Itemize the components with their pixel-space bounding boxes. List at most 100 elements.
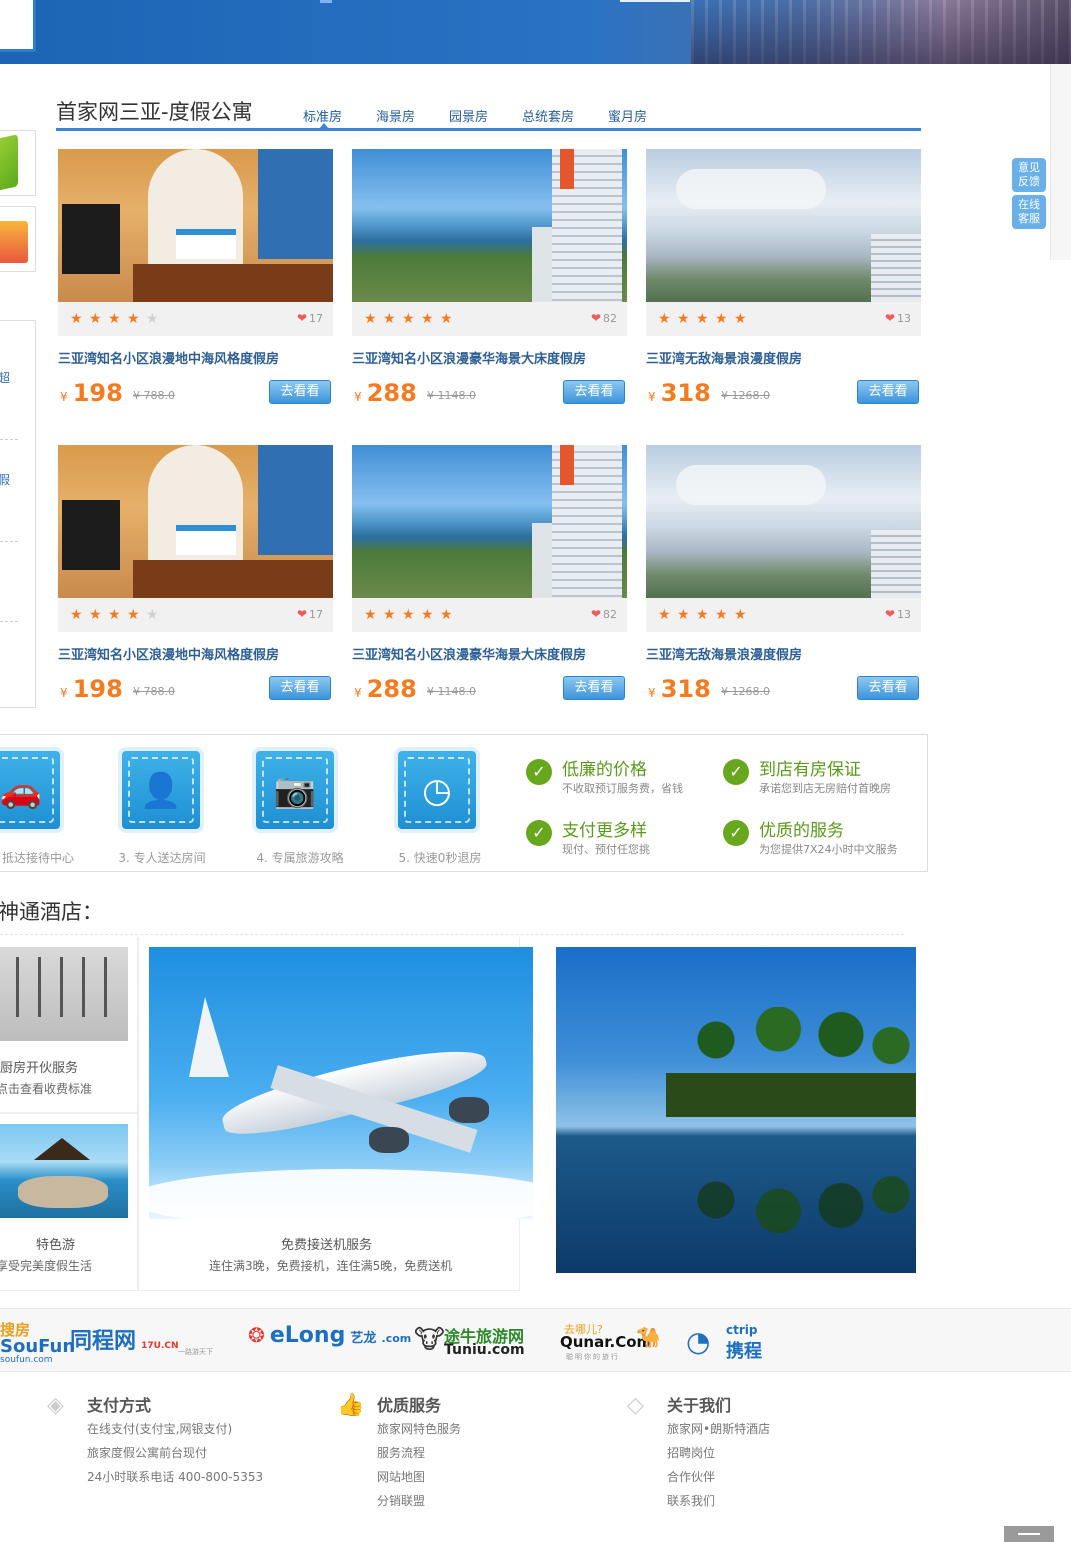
room-card[interactable]: ★ ★ ★ ★ ★ ❤ 82 三亚湾知名小区浪漫豪华海景大床度假房 ¥ 288 ¥ 1148.0 去…	[352, 445, 627, 705]
star-icon: ★	[677, 607, 690, 623]
room-card[interactable]: ★ ★ ★ ★ ★ ❤ 17 三亚湾知名小区浪漫地中海风格度假房 ¥ 198 ¥ 788.0 去看看	[58, 445, 333, 705]
room-name[interactable]: 三亚湾知名小区浪漫豪华海景大床度假房	[352, 644, 586, 663]
star-icon: ★	[146, 311, 159, 327]
footer-link[interactable]: 合作伙伴	[667, 1468, 715, 1485]
service-desc: 享受完美度假生活	[0, 1259, 93, 1273]
price-value: 318	[660, 379, 711, 407]
like-count[interactable]: ❤ 17	[297, 607, 323, 621]
like-count[interactable]: ❤ 13	[885, 607, 911, 621]
star-icon: ★	[677, 311, 690, 327]
process-step[interactable]: 👤 3. 专人送达房间	[112, 747, 212, 865]
service-title: 厨房开伙服务	[0, 1061, 79, 1076]
like-count[interactable]: ❤ 17	[297, 311, 323, 325]
view-room-button[interactable]: 去看看	[269, 380, 331, 404]
banner-logo-box[interactable]	[0, 0, 36, 52]
left-list-item[interactable]: 假	[0, 471, 10, 488]
banner-accent	[320, 0, 332, 3]
rating-bar: ★ ★ ★ ★ ★ ❤ 17	[58, 302, 333, 336]
room-name[interactable]: 三亚湾知名小区浪漫地中海风格度假房	[58, 644, 279, 663]
view-room-button[interactable]: 去看看	[857, 676, 919, 700]
footer-heading: 关于我们	[667, 1396, 732, 1415]
footer-link[interactable]: 旅家度假公寓前台现付	[87, 1444, 207, 1461]
resort-pool-photo[interactable]	[556, 947, 916, 1273]
service-card-tour[interactable]: 特色游 享受完美度假生活	[0, 1113, 138, 1291]
star-icon: ★	[127, 607, 140, 623]
star-icon: ★	[402, 607, 415, 623]
star-icon: ★	[364, 311, 377, 327]
room-card[interactable]: ★ ★ ★ ★ ★ ❤ 82 三亚湾知名小区浪漫豪华海景大床度假房 ¥ 288 ¥ 1148.0 去…	[352, 149, 627, 409]
partner-elong[interactable]: ❂ eLong 艺龙 .com	[248, 1323, 411, 1361]
partner-line2: 17U.CN	[141, 1341, 179, 1351]
partner-line3: .com	[381, 1332, 412, 1345]
like-count[interactable]: ❤ 13	[885, 311, 911, 325]
footer-heading: 优质服务	[377, 1396, 442, 1415]
room-name[interactable]: 三亚湾无敌海景浪漫度假房	[646, 644, 802, 663]
heart-icon: ❤	[884, 311, 895, 325]
top-banner	[0, 0, 1071, 64]
room-name[interactable]: 三亚湾知名小区浪漫地中海风格度假房	[58, 348, 279, 367]
like-count[interactable]: ❤ 82	[591, 607, 617, 621]
process-step[interactable]: 📷 4. 专属旅游攻略	[250, 747, 350, 865]
room-card[interactable]: ★ ★ ★ ★ ★ ❤ 13 三亚湾无敌海景浪漫度假房 ¥ 318 ¥ 1268.0 去看看	[646, 445, 921, 705]
star-icon: ★	[421, 607, 434, 623]
footer-link[interactable]: 分销联盟	[377, 1492, 425, 1509]
room-card[interactable]: ★ ★ ★ ★ ★ ❤ 13 三亚湾无敌海景浪漫度假房 ¥ 318 ¥ 1268.0 去看看	[646, 149, 921, 409]
room-price: ¥ 288	[354, 675, 417, 703]
room-photo[interactable]	[352, 445, 627, 598]
banner-city-photo	[691, 0, 1071, 64]
process-step-label: 3. 专人送达房间	[118, 851, 206, 865]
service-desc[interactable]: 点击查看收费标准	[0, 1080, 92, 1097]
room-card[interactable]: ★ ★ ★ ★ ★ ❤ 17 三亚湾知名小区浪漫地中海风格度假房 ¥ 198 ¥ 788.0 去看看	[58, 149, 333, 409]
tab-honeymoon[interactable]: 蜜月房	[608, 106, 647, 125]
footer-link[interactable]: 在线支付(支付宝,网银支付)	[87, 1420, 232, 1437]
footer-link[interactable]: 服务流程	[377, 1444, 425, 1461]
star-icon: ★	[421, 311, 434, 327]
footer-link[interactable]: 招聘岗位	[667, 1444, 715, 1461]
footer-link[interactable]: 旅家网•朗斯特酒店	[667, 1420, 770, 1437]
partner-line1: 同程网	[70, 1329, 137, 1354]
left-promo-2[interactable]	[0, 206, 36, 272]
footer-link[interactable]: 网站地图	[377, 1468, 425, 1485]
footer-link[interactable]: 旅家网特色服务	[377, 1420, 461, 1437]
heart-icon: ❤	[296, 311, 307, 325]
online-service-button[interactable]: 在线 客服	[1012, 195, 1046, 229]
view-room-button[interactable]: 去看看	[269, 676, 331, 700]
room-photo[interactable]	[58, 149, 333, 302]
star-icon: ★	[89, 607, 102, 623]
service-card-airport[interactable]: 免费接送机服务 连住满3晚，免费接机，连住满5晚，免费送机	[138, 937, 533, 1291]
room-photo[interactable]	[58, 445, 333, 598]
service-card-kitchen[interactable]: 厨房开伙服务 点击查看收费标准	[0, 937, 138, 1113]
tab-seaview[interactable]: 海景房	[376, 106, 415, 125]
room-photo[interactable]	[646, 149, 921, 302]
star-icon: ★	[715, 607, 728, 623]
room-photo[interactable]	[352, 149, 627, 302]
tag-icon: ◈	[47, 1393, 64, 1418]
process-step[interactable]: ◷ 5. 快速0秒退房	[390, 747, 490, 865]
service-label-1: 在线	[1018, 198, 1040, 211]
view-room-button[interactable]: 去看看	[563, 380, 625, 404]
footer-link[interactable]: 联系我们	[667, 1492, 715, 1509]
check-icon: ✓	[723, 759, 749, 785]
back-to-top-button[interactable]	[1004, 1526, 1054, 1542]
left-promo-1[interactable]	[0, 130, 36, 196]
partner-tongcheng[interactable]: 同程网 17U.CN 一路游天下	[70, 1323, 213, 1361]
process-step[interactable]: 🚗 抵达接待中心	[0, 747, 78, 865]
feedback-button[interactable]: 意见 反馈	[1012, 158, 1046, 192]
footer-link[interactable]: 24小时联系电话 400-800-5353	[87, 1468, 263, 1485]
price-value: 198	[72, 675, 123, 703]
star-icon: ★	[127, 311, 140, 327]
left-list-item[interactable]: 超	[0, 369, 10, 386]
room-name[interactable]: 三亚湾无敌海景浪漫度假房	[646, 348, 802, 367]
tab-garden[interactable]: 园景房	[449, 106, 488, 125]
view-room-button[interactable]: 去看看	[857, 380, 919, 404]
partner-line3: soufun.com	[0, 1355, 53, 1365]
service-title: 特色游	[36, 1238, 76, 1253]
view-room-button[interactable]: 去看看	[563, 676, 625, 700]
original-price: ¥ 1148.0	[427, 685, 476, 698]
perk-desc: 现付、预付任您挑	[562, 843, 650, 856]
like-count[interactable]: ❤ 82	[591, 311, 617, 325]
room-photo[interactable]	[646, 445, 921, 598]
tab-presidential[interactable]: 总统套房	[522, 106, 574, 125]
room-name[interactable]: 三亚湾知名小区浪漫豪华海景大床度假房	[352, 348, 586, 367]
partner-soufun[interactable]: 搜房 SouFun soufun.com	[0, 1323, 75, 1365]
